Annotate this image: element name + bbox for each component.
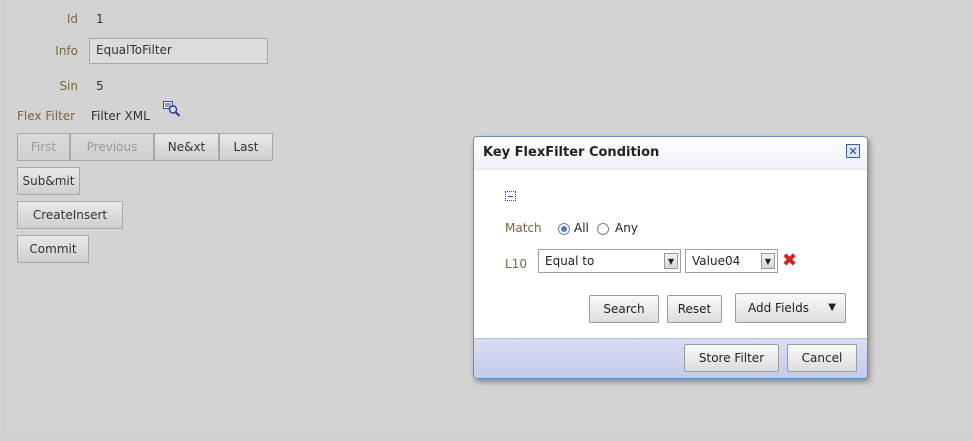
expand-icon[interactable]	[505, 191, 516, 201]
operator-select[interactable]: Equal to ▼	[538, 249, 681, 273]
close-icon[interactable]: ✕	[846, 144, 860, 158]
previous-button[interactable]: Previous	[70, 133, 154, 161]
chevron-down-icon[interactable]: ▼	[761, 253, 775, 269]
sin-value: 5	[96, 79, 104, 93]
store-filter-button[interactable]: Store Filter	[684, 344, 779, 372]
dialog-title: Key FlexFilter Condition	[483, 145, 660, 160]
reset-button[interactable]: Reset	[667, 295, 722, 323]
info-label: Info	[55, 44, 78, 58]
next-button[interactable]: Ne&xt	[154, 133, 219, 161]
first-button[interactable]: First	[17, 133, 70, 161]
value-value: Value04	[692, 254, 741, 268]
info-field[interactable]: EqualToFilter	[89, 38, 268, 64]
chevron-down-icon[interactable]: ▼	[664, 253, 678, 269]
match-any-label: Any	[615, 221, 638, 235]
condition-row-label: L10	[505, 257, 527, 271]
id-value: 1	[96, 12, 104, 26]
cancel-button[interactable]: Cancel	[787, 344, 857, 372]
create-insert-button[interactable]: CreateInsert	[17, 201, 123, 229]
add-fields-label: Add Fields	[748, 301, 809, 315]
add-fields-button[interactable]: Add Fields ▼	[735, 293, 846, 323]
flex-filter-label: Flex Filter	[17, 109, 76, 123]
flex-filter-dialog: Key FlexFilter Condition ✕ Match All Any…	[473, 136, 868, 379]
commit-button[interactable]: Commit	[17, 235, 89, 263]
search-button[interactable]: Search	[589, 295, 659, 323]
id-label: Id	[66, 12, 78, 26]
dialog-header: Key FlexFilter Condition ✕	[474, 137, 867, 169]
operator-value: Equal to	[545, 254, 595, 268]
match-all-radio[interactable]	[558, 223, 570, 235]
chevron-down-icon: ▼	[828, 302, 836, 313]
filter-xml-text: Filter XML	[91, 109, 150, 123]
match-any-radio[interactable]	[597, 223, 609, 235]
dialog-footer: Store Filter Cancel	[474, 338, 867, 378]
last-button[interactable]: Last	[219, 133, 273, 161]
sin-label: Sin	[59, 79, 78, 93]
value-select[interactable]: Value04 ▼	[685, 249, 778, 273]
remove-icon[interactable]: ✖	[782, 252, 797, 270]
magnifier-filter-icon[interactable]	[163, 101, 181, 117]
header-divider	[474, 169, 867, 170]
match-label: Match	[505, 221, 542, 235]
submit-button[interactable]: Sub&mit	[17, 167, 80, 195]
match-all-label: All	[574, 221, 589, 235]
